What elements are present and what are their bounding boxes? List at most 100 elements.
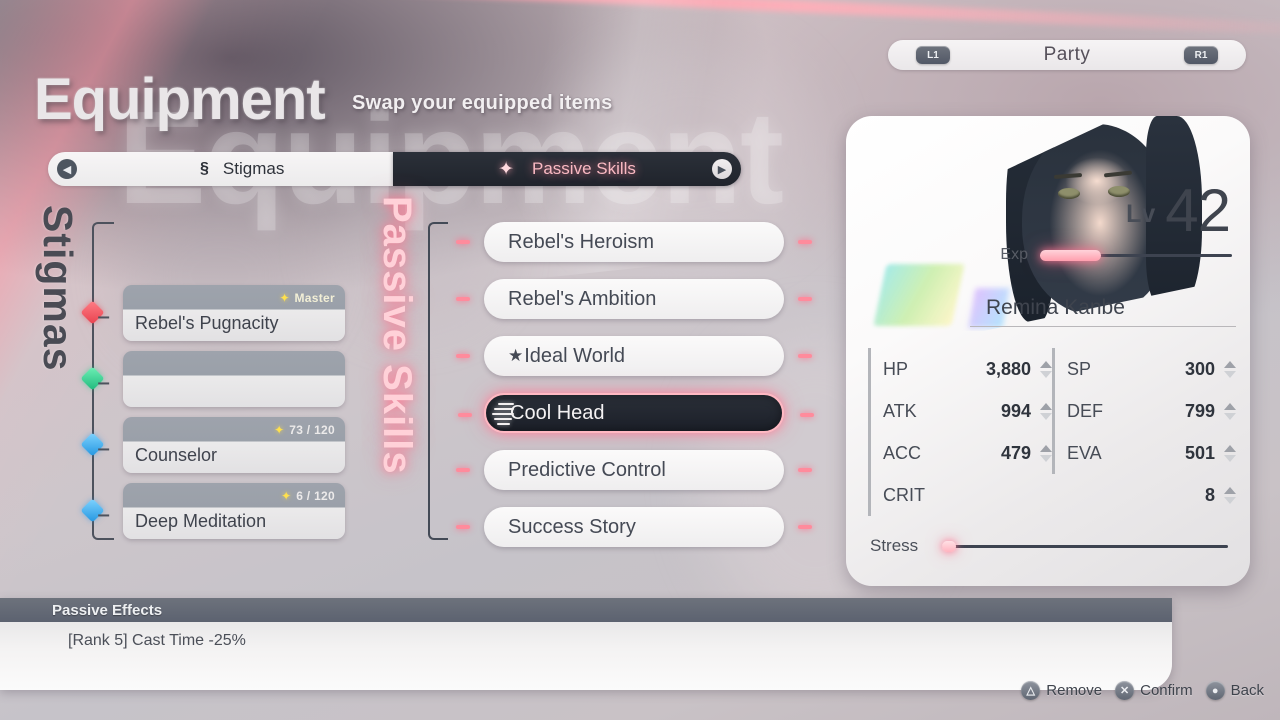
passive-skill-item-selected[interactable]: Cool Head — [458, 393, 814, 433]
star-icon: ✦ — [279, 290, 290, 305]
passive-skill-item[interactable]: Rebel's Ambition — [456, 279, 812, 319]
tab-passive-skills-label: Passive Skills — [532, 159, 636, 178]
stress-bar-track — [942, 540, 1228, 552]
stress-bar-fill — [942, 540, 957, 552]
exp-row: Exp — [976, 246, 1232, 264]
stat-stepper-icon[interactable] — [1223, 402, 1236, 420]
star-icon: ✦ — [274, 422, 285, 437]
stigma-slot[interactable]: ✦ 73 / 120 Counselor — [123, 417, 345, 473]
stress-label: Stress — [870, 536, 919, 555]
party-label: Party — [1043, 44, 1091, 65]
tab-passive-skills[interactable]: ✦ Passive Skills ▶ — [393, 152, 741, 186]
stigma-rank-label: 6 / 120 — [296, 488, 335, 503]
stat-eva[interactable]: EVA 501 — [1052, 432, 1236, 474]
prompt-label: Back — [1230, 682, 1264, 699]
stigma-name-label — [123, 376, 345, 379]
stat-sp[interactable]: SP 300 — [1052, 348, 1236, 390]
character-stats: HP 3,880 SP 300 ATK 994 DEF 799 ACC 479 … — [868, 348, 1236, 516]
stat-stepper-icon[interactable] — [1039, 360, 1052, 378]
stigma-slot-header — [123, 351, 345, 376]
connector-dash-right-icon — [798, 525, 812, 529]
prompt-back[interactable]: ● Back — [1205, 681, 1264, 700]
prompt-label: Remove — [1046, 682, 1103, 699]
stigma-slot[interactable]: ✦ 6 / 120 Deep Meditation — [123, 483, 345, 539]
speed-lines-icon — [492, 403, 514, 425]
stat-crit[interactable]: CRIT 8 — [868, 474, 1236, 516]
exp-label: Exp — [1000, 246, 1028, 263]
passive-skill-item[interactable]: Success Story — [456, 507, 812, 547]
stigma-slot[interactable]: ✦ Master Rebel's Pugnacity — [123, 285, 345, 341]
stat-acc[interactable]: ACC 479 — [868, 432, 1052, 474]
stat-def[interactable]: DEF 799 — [1052, 390, 1236, 432]
connector-dash-left-icon — [456, 525, 470, 529]
stat-label: ACC — [883, 442, 922, 463]
passive-effects-panel: Passive Effects [Rank 5] Cast Time -25% — [0, 598, 1172, 690]
connector-dash-right-icon — [798, 297, 812, 301]
stat-label: ATK — [883, 400, 917, 421]
passive-skill-item[interactable]: ★ Ideal World — [456, 336, 812, 376]
connector-dash-left-icon — [456, 240, 470, 244]
party-selector[interactable]: L1 Party R1 — [888, 40, 1246, 70]
stat-stepper-icon[interactable] — [1223, 486, 1236, 504]
r1-bumper-icon[interactable]: R1 — [1184, 46, 1218, 64]
name-divider — [970, 326, 1236, 327]
game-equipment-screen: Equipment Equipment Swap your equipped i… — [0, 0, 1280, 720]
page-subtitle: Swap your equipped items — [352, 92, 613, 114]
passive-skills-rail — [428, 222, 448, 540]
stat-value: 3,880 — [985, 358, 1031, 379]
prompt-confirm[interactable]: ✕ Confirm — [1115, 681, 1193, 700]
star-icon: ✦ — [281, 488, 292, 503]
stigma-icon: § — [200, 160, 209, 177]
effect-text: Cast Time -25% — [132, 632, 246, 649]
character-panel: Lv 42 Exp Remina Kanbe HP 3,880 SP 300 A… — [846, 116, 1250, 586]
connector-dash-left-icon — [456, 354, 470, 358]
connector-dash-right-icon — [798, 354, 812, 358]
stigma-name-label: Counselor — [135, 445, 218, 465]
circle-button-icon: ● — [1205, 681, 1225, 700]
effect-rank: [Rank 5] — [68, 632, 128, 649]
stress-row: Stress — [870, 536, 1232, 556]
passive-skill-item[interactable]: Predictive Control — [456, 450, 812, 490]
passive-skill-label: Cool Head — [510, 401, 605, 424]
tab-stigmas-label: Stigmas — [222, 159, 285, 178]
stigma-slot-header: ✦ 6 / 120 — [123, 483, 345, 508]
stat-stepper-icon[interactable] — [1223, 360, 1236, 378]
stigma-slot-header: ✦ Master — [123, 285, 345, 310]
stat-label: EVA — [1067, 442, 1102, 463]
passive-skill-label: Rebel's Heroism — [508, 230, 655, 253]
page-title: Equipment — [34, 67, 326, 132]
level-value: 42 — [1165, 177, 1231, 244]
stigma-name-label: Rebel's Pugnacity — [135, 313, 279, 333]
stat-stepper-icon[interactable] — [1223, 444, 1236, 462]
passive-skill-item[interactable]: Rebel's Heroism — [456, 222, 812, 262]
stigma-slot-empty[interactable] — [123, 351, 345, 407]
stat-label: HP — [883, 358, 909, 379]
stat-grid: HP 3,880 SP 300 ATK 994 DEF 799 ACC 479 … — [868, 348, 1236, 516]
portrait-prism-light — [873, 264, 965, 326]
stat-stepper-icon[interactable] — [1039, 402, 1052, 420]
prompt-label: Confirm — [1140, 682, 1193, 699]
stat-atk[interactable]: ATK 994 — [868, 390, 1052, 432]
tab-bar: ◀ § Stigmas ✦ Passive Skills ▶ — [48, 152, 741, 186]
caret-right-icon[interactable]: ▶ — [712, 159, 732, 179]
passive-skill-label: Rebel's Ambition — [508, 287, 657, 310]
character-level: Lv 42 — [1126, 177, 1231, 244]
stigma-rank-label: Master — [294, 290, 335, 305]
stat-value: 300 — [1184, 358, 1215, 379]
prompt-remove[interactable]: △ Remove — [1021, 681, 1102, 700]
connector-dash-right-icon — [800, 413, 814, 417]
stat-value: 479 — [1000, 442, 1031, 463]
tab-stigmas[interactable]: ◀ § Stigmas — [48, 152, 393, 186]
stat-value: 501 — [1184, 442, 1215, 463]
triangle-button-icon: △ — [1021, 681, 1041, 700]
l1-bumper-icon[interactable]: L1 — [916, 46, 950, 64]
caret-left-icon[interactable]: ◀ — [57, 159, 77, 179]
passive-skill-label: Ideal World — [524, 344, 626, 367]
passive-effects-title: Passive Effects — [0, 598, 1172, 622]
sparkle-icon: ✦ — [498, 158, 514, 180]
stigma-rank-label: 73 / 120 — [289, 422, 335, 437]
level-label: Lv — [1126, 200, 1156, 228]
stigmas-section-label: Stigmas — [35, 205, 81, 372]
stat-hp[interactable]: HP 3,880 — [868, 348, 1052, 390]
stat-stepper-icon[interactable] — [1039, 444, 1052, 462]
